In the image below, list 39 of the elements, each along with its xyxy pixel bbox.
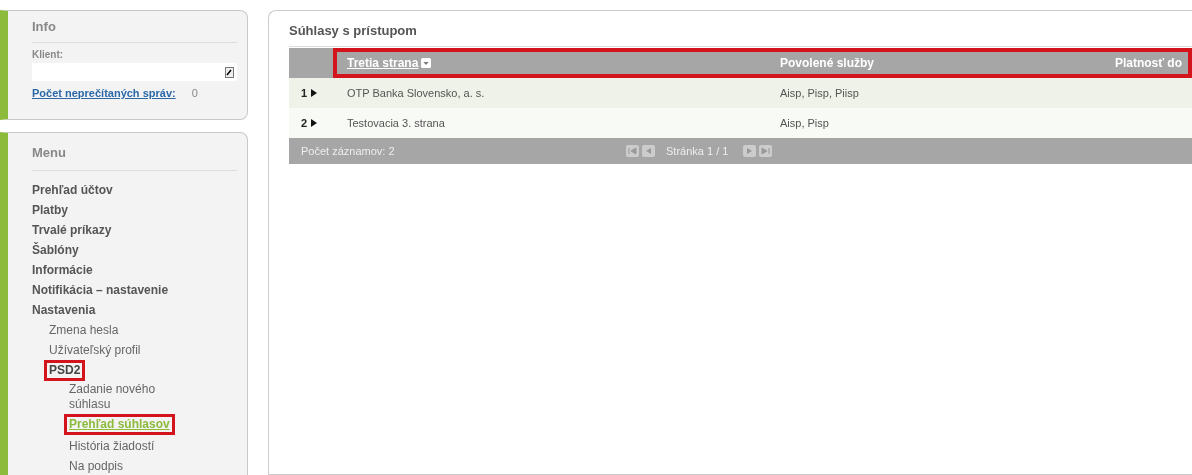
unread-messages-link[interactable]: Počet neprečítaných správ:: [32, 87, 176, 99]
menu-item[interactable]: Zadanie nového súhlasu: [67, 382, 171, 412]
panel-title: Menu: [32, 139, 237, 171]
row-number: 2: [301, 117, 308, 129]
row-number: 1: [301, 87, 308, 99]
menu-item[interactable]: História žiadostí: [67, 439, 157, 454]
table-cell: Aisp, Pisp, Piisp: [780, 87, 859, 99]
menu-item[interactable]: Na podpis: [67, 459, 126, 474]
previous-page-icon[interactable]: [642, 145, 655, 157]
menu-item[interactable]: PSD2: [47, 363, 83, 378]
page-title: Súhlasy s prístupom: [289, 21, 1192, 47]
table-cell: Aisp, Pisp: [780, 117, 829, 129]
expand-arrow-icon[interactable]: [311, 119, 318, 127]
menu-item[interactable]: Prehľad účtov: [30, 183, 115, 198]
last-page-icon[interactable]: [759, 145, 773, 157]
column-header: Povolené služby: [780, 56, 875, 70]
menu-item[interactable]: Notifikácia – nastavenie: [30, 283, 171, 298]
menu-item[interactable]: Nastavenia: [30, 303, 98, 318]
table-cell: OTP Banka Slovensko, a. s.: [347, 87, 485, 99]
column-header: Platnosť do: [1114, 56, 1182, 70]
menu-item[interactable]: Informácie: [30, 263, 95, 278]
sort-icon[interactable]: [421, 58, 432, 68]
next-page-icon[interactable]: [743, 145, 757, 157]
table-cell: Testovacia 3. strana: [347, 117, 445, 129]
menu-item[interactable]: Šablóny: [30, 243, 81, 258]
panel-title: Info: [32, 17, 237, 43]
unread-count: 0: [191, 87, 198, 99]
table-row[interactable]: 2 Testovacia 3. strana Aisp, Pisp: [289, 108, 1192, 138]
client-dropdown[interactable]: [32, 63, 237, 81]
menu-item[interactable]: Užívateľský profil: [47, 343, 143, 358]
table-row[interactable]: 1 OTP Banka Slovensko, a. s. Aisp, Pisp, Piisp: [289, 78, 1192, 108]
record-count: Počet záznamov: 2: [301, 145, 396, 157]
menu-item[interactable]: Zmena hesla: [47, 323, 121, 338]
first-page-icon[interactable]: [626, 145, 639, 157]
expand-arrow-icon[interactable]: [311, 89, 318, 97]
menu-item[interactable]: Platby: [30, 203, 70, 218]
page-indicator: Stránka 1 / 1: [666, 145, 729, 157]
client-label: Klient:: [32, 49, 65, 60]
menu-item[interactable]: Trvalé príkazy: [30, 223, 114, 238]
